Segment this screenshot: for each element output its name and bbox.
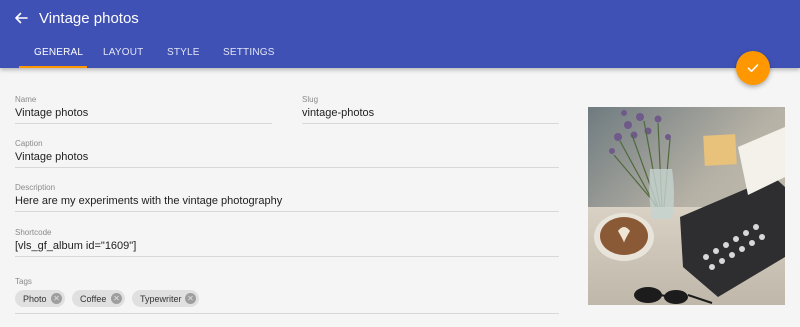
slug-input[interactable]: vintage-photos [302,107,374,119]
shortcode-field[interactable]: [vls_gf_album id="1609"] [15,240,136,252]
check-icon [747,64,759,73]
remove-tag-icon[interactable]: ✕ [111,293,122,304]
remove-tag-icon[interactable]: ✕ [51,293,62,304]
active-tab-indicator [19,66,87,68]
slug-label: Slug [302,95,319,104]
top-app-bar: Vintage photos GENERAL LAYOUT STYLE SETT… [0,0,800,68]
tab-layout[interactable]: LAYOUT [103,47,143,58]
name-label: Name [15,95,37,104]
caption-label: Caption [15,139,43,148]
tag-chip-label: Typewriter [140,293,182,304]
shortcode-underline [15,256,559,257]
back-arrow-icon[interactable] [12,9,30,27]
album-cover-image[interactable] [588,107,785,305]
tab-settings[interactable]: SETTINGS [223,47,275,58]
shortcode-label: Shortcode [15,228,52,237]
tags-label: Tags [15,277,32,286]
description-underline [15,211,559,212]
description-label: Description [15,183,56,192]
name-input[interactable]: Vintage photos [15,107,88,119]
slug-underline [302,123,559,124]
tag-chip-coffee: Coffee ✕ [72,290,125,307]
tag-chip-photo: Photo ✕ [15,290,65,307]
description-input[interactable]: Here are my experiments with the vintage… [15,195,282,207]
page-title: Vintage photos [39,10,139,27]
tag-chip-typewriter: Typewriter ✕ [132,290,199,307]
tag-chip-label: Coffee [80,293,107,304]
caption-input[interactable]: Vintage photos [15,151,88,163]
save-button[interactable] [736,51,770,85]
tag-chip-label: Photo [23,293,47,304]
tab-style[interactable]: STYLE [167,47,200,58]
tags-underline [15,313,559,314]
remove-tag-icon[interactable]: ✕ [185,293,196,304]
caption-underline [15,167,559,168]
tab-general[interactable]: GENERAL [34,47,83,58]
name-underline [15,123,272,124]
